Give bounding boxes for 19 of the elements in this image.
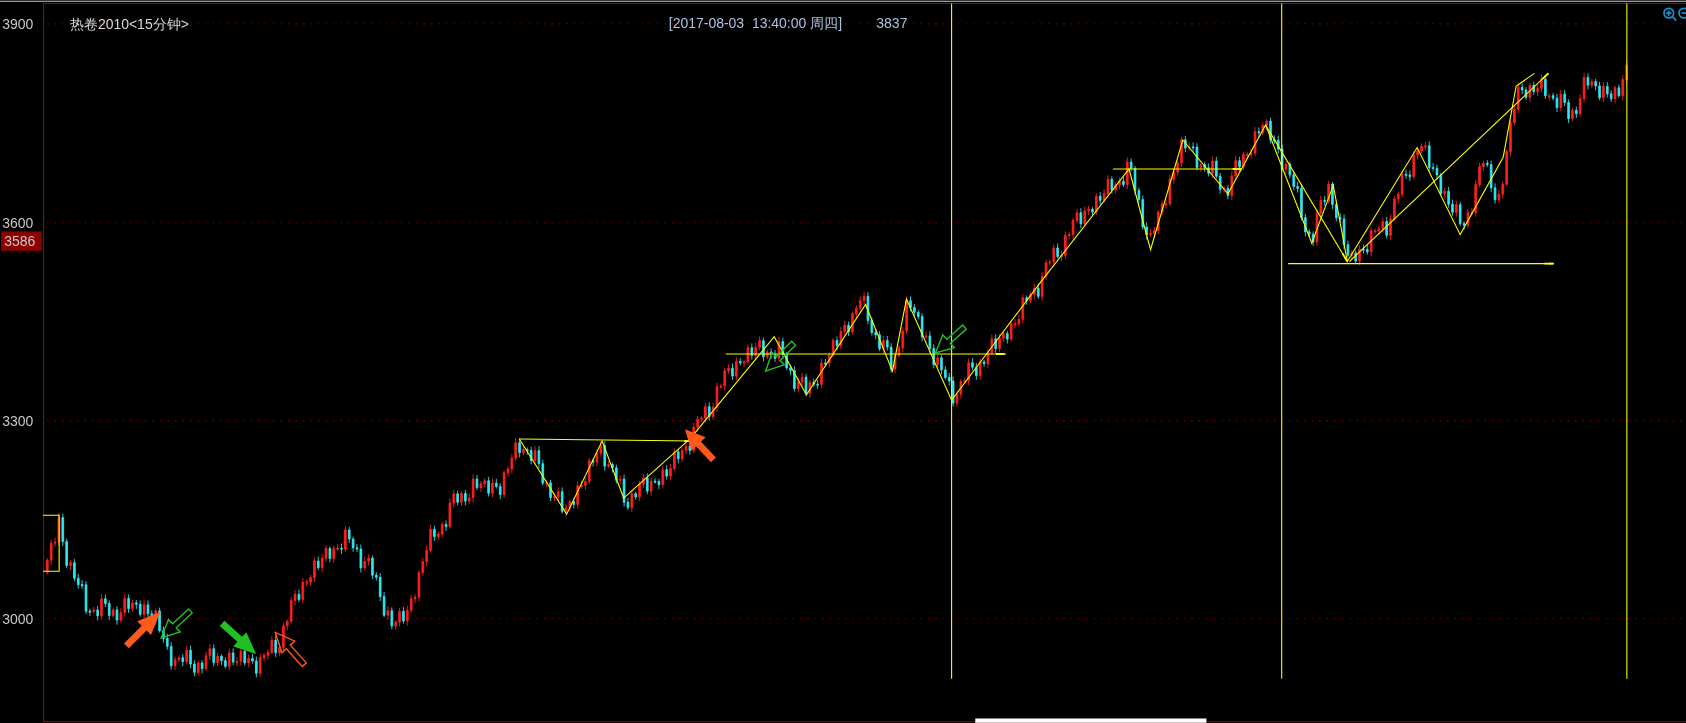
axis-label: 3300 xyxy=(2,413,34,429)
axis-label: 3600 xyxy=(2,215,34,232)
cursor-datetime: [2017-08-03 13:40:00 周四] xyxy=(668,15,843,32)
axis-label: 3000 xyxy=(2,610,34,627)
trend-line xyxy=(42,514,60,572)
arrow-marker xyxy=(934,324,968,354)
price-marker: 3586 xyxy=(1,231,42,251)
arrow-marker xyxy=(160,608,194,639)
axis-label: 3900 xyxy=(2,16,34,33)
arrow-marker xyxy=(764,340,797,373)
arrow-marker xyxy=(684,429,716,463)
arrow-marker xyxy=(274,631,308,668)
cursor-price: 3837 xyxy=(876,15,908,32)
zoom-in-icon[interactable] xyxy=(1663,7,1678,22)
arrow-marker xyxy=(123,611,161,649)
arrow-marker xyxy=(219,620,257,655)
chart-title: 热卷2010<15分钟> xyxy=(69,16,189,33)
scrollbar-thumb[interactable] xyxy=(975,718,1207,723)
zoom-out-icon[interactable] xyxy=(1678,7,1686,19)
